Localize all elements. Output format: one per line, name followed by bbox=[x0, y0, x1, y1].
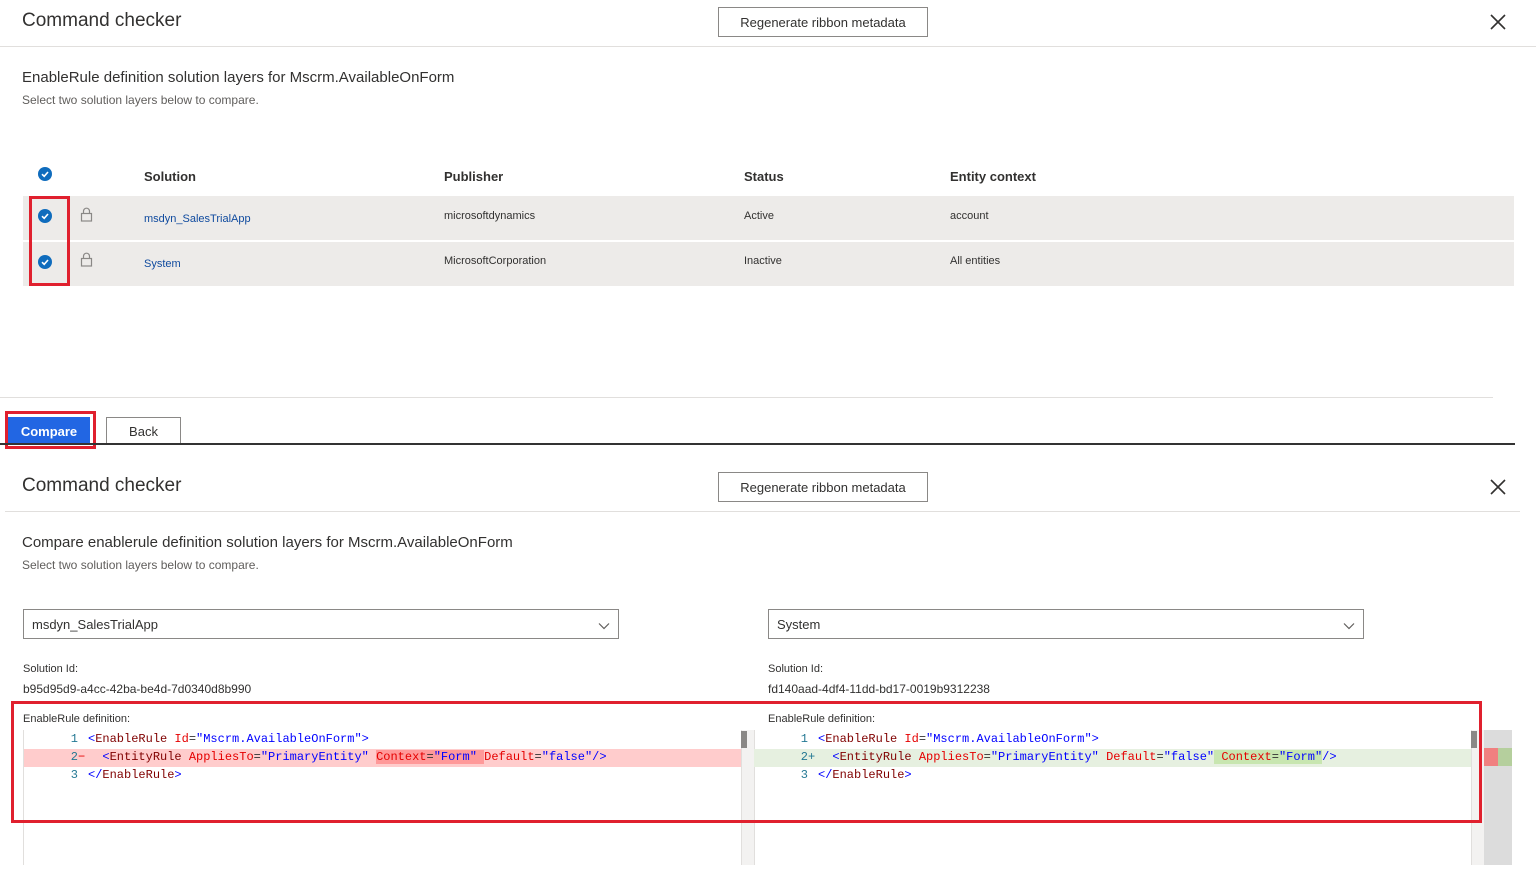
header-divider bbox=[0, 46, 1536, 47]
right-solution-id: fd140aad-4df4-11dd-bd17-0019b9312238 bbox=[768, 682, 990, 696]
entity-context-cell: account bbox=[950, 210, 989, 222]
column-header-solution[interactable]: Solution bbox=[144, 169, 196, 184]
left-dropdown-value: msdyn_SalesTrialApp bbox=[32, 616, 158, 632]
solution-link[interactable]: msdyn_SalesTrialApp bbox=[144, 213, 251, 225]
regenerate-ribbon-button[interactable]: Regenerate ribbon metadata bbox=[718, 472, 928, 502]
close-icon[interactable] bbox=[1489, 13, 1507, 31]
entity-context-cell: All entities bbox=[950, 255, 1001, 267]
right-dropdown-value: System bbox=[777, 616, 821, 632]
column-header-status[interactable]: Status bbox=[744, 169, 784, 184]
column-header-publisher[interactable]: Publisher bbox=[444, 169, 503, 184]
highlight-box bbox=[11, 701, 1482, 823]
right-solution-dropdown[interactable]: System bbox=[768, 609, 1364, 639]
select-all-checkbox[interactable] bbox=[38, 167, 52, 181]
screenshot-separator bbox=[0, 443, 1515, 445]
lock-icon bbox=[80, 207, 93, 222]
panel-title: Command checker bbox=[22, 10, 182, 31]
panel-title: Command checker bbox=[22, 475, 182, 496]
lock-icon bbox=[80, 252, 93, 267]
solution-link[interactable]: System bbox=[144, 258, 181, 270]
right-solution-id-label: Solution Id: bbox=[768, 663, 824, 675]
page-heading: EnableRule definition solution layers fo… bbox=[22, 69, 455, 86]
column-header-entity-context[interactable]: Entity context bbox=[950, 169, 1036, 184]
back-button[interactable]: Back bbox=[106, 417, 181, 445]
publisher-cell: microsoftdynamics bbox=[444, 210, 536, 222]
page-subheading: Select two solution layers below to comp… bbox=[22, 558, 259, 572]
left-solution-dropdown[interactable]: msdyn_SalesTrialApp bbox=[23, 609, 619, 639]
regenerate-ribbon-button[interactable]: Regenerate ribbon metadata bbox=[718, 7, 928, 37]
status-cell: Inactive bbox=[744, 255, 782, 267]
close-icon[interactable] bbox=[1489, 478, 1507, 496]
publisher-cell: MicrosoftCorporation bbox=[444, 255, 547, 267]
left-solution-id: b95d95d9-a4cc-42ba-be4d-7d0340d8b990 bbox=[23, 682, 252, 696]
highlight-box bbox=[29, 196, 70, 286]
chevron-down-icon bbox=[1343, 618, 1355, 633]
footer-divider bbox=[0, 397, 1493, 398]
left-solution-id-label: Solution Id: bbox=[23, 663, 79, 675]
header-divider bbox=[5, 511, 1520, 512]
page-heading: Compare enablerule definition solution l… bbox=[22, 534, 513, 551]
page-subheading: Select two solution layers below to comp… bbox=[22, 93, 259, 107]
overview-added-marker bbox=[1498, 748, 1512, 766]
overview-deleted-marker bbox=[1484, 748, 1498, 766]
chevron-down-icon bbox=[598, 618, 610, 633]
status-cell: Active bbox=[744, 210, 774, 222]
